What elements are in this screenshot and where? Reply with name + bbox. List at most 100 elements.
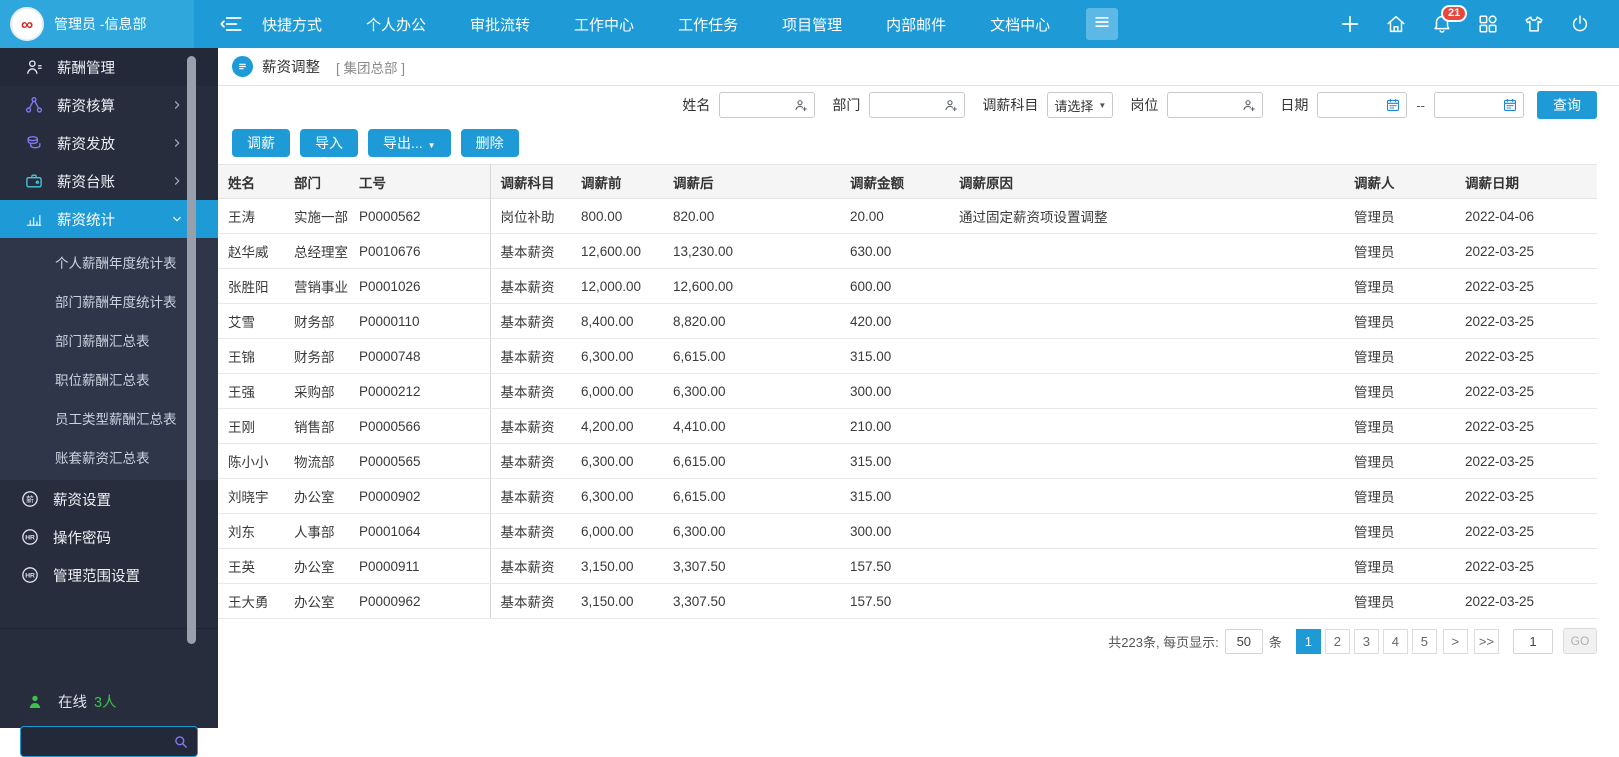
table-cell: 物流部 — [284, 444, 349, 479]
table-row[interactable]: 张胜阳营销事业部P0001026基本薪资12,000.0012,600.0060… — [218, 269, 1597, 304]
table-row[interactable]: 王锦财务部P0000748基本薪资6,300.006,615.00315.00管… — [218, 339, 1597, 374]
sidebar-subitem[interactable]: 员工类型薪酬汇总表 — [0, 398, 218, 437]
sidebar-subitem[interactable]: 账套薪资汇总表 — [0, 437, 218, 476]
page-size-input[interactable] — [1225, 629, 1263, 654]
more-menu-button[interactable] — [1086, 8, 1118, 40]
sidebar-subitem[interactable]: 职位薪酬汇总表 — [0, 359, 218, 398]
post-filter-input[interactable] — [1174, 98, 1241, 113]
import-button[interactable]: 导入 — [300, 129, 358, 157]
person-add-icon[interactable] — [1241, 97, 1257, 113]
topbar-nav-item[interactable]: 审批流转 — [470, 14, 530, 35]
calendar-icon[interactable] — [1385, 97, 1401, 113]
user-block[interactable]: ∞ 管理员 -信息部 — [0, 0, 194, 48]
sidebar-subitem[interactable]: 部门薪酬汇总表 — [0, 320, 218, 359]
table-cell: 王刚 — [218, 409, 284, 444]
table-cell: 基本薪资 — [490, 409, 571, 444]
table-cell: 赵华威 — [218, 234, 284, 269]
sidebar-item-wallet[interactable]: 薪资台账 — [0, 162, 218, 200]
topbar-nav-item[interactable]: 个人办公 — [366, 14, 426, 35]
table-row[interactable]: 刘东人事部P0001064基本薪资6,000.006,300.00300.00管… — [218, 514, 1597, 549]
person-add-icon[interactable] — [793, 97, 809, 113]
sidebar-item-coins[interactable]: 薪资发放 — [0, 124, 218, 162]
column-header: 调薪后 — [663, 165, 840, 199]
sidebar-item-share[interactable]: 薪资核算 — [0, 86, 218, 124]
app-logo: ∞ — [10, 7, 44, 41]
search-icon[interactable] — [172, 733, 189, 750]
table-cell — [949, 549, 1344, 584]
table-row[interactable]: 王刚销售部P0000566基本薪资4,200.004,410.00210.00管… — [218, 409, 1597, 444]
page-button-1[interactable]: 1 — [1296, 629, 1321, 654]
calendar-icon[interactable] — [1502, 97, 1518, 113]
power-icon[interactable] — [1569, 13, 1591, 35]
name-filter-field — [719, 92, 815, 118]
adjust-salary-button[interactable]: 调薪 — [232, 129, 290, 157]
bell-icon[interactable]: 21 — [1431, 13, 1453, 35]
sidebar-item-chart[interactable]: 薪资统计 — [0, 200, 218, 238]
table-cell: 315.00 — [840, 339, 949, 374]
chevron-right-icon — [170, 98, 184, 112]
person-add-icon[interactable] — [943, 97, 959, 113]
page-button-2[interactable]: 2 — [1325, 629, 1350, 654]
sidebar-item-管理范围设置[interactable]: HR管理范围设置 — [0, 556, 218, 594]
table-row[interactable]: 王大勇办公室P0000962基本薪资3,150.003,307.50157.50… — [218, 584, 1597, 619]
page-button-5[interactable]: 5 — [1412, 629, 1437, 654]
sidebar-header-salary-management[interactable]: 薪酬管理 — [0, 48, 218, 86]
table-cell: 岗位补助 — [490, 199, 571, 234]
topbar-nav-item[interactable]: 文档中心 — [990, 14, 1050, 35]
date-from-input[interactable] — [1324, 98, 1385, 113]
page-button-3[interactable]: 3 — [1354, 629, 1379, 654]
sidebar-item-操作密码[interactable]: HR操作密码 — [0, 518, 218, 556]
theme-icon[interactable] — [1523, 13, 1545, 35]
search-button[interactable]: 查询 — [1537, 91, 1597, 119]
topbar-nav-item[interactable]: 内部邮件 — [886, 14, 946, 35]
topbar-nav-item[interactable]: 工作中心 — [574, 14, 634, 35]
circle-hr-icon: HR — [20, 565, 40, 585]
table-row[interactable]: 王英办公室P0000911基本薪资3,150.003,307.50157.50管… — [218, 549, 1597, 584]
sidebar-scrollbar[interactable] — [187, 56, 196, 644]
sidebar-subitem[interactable]: 部门薪酬年度统计表 — [0, 281, 218, 320]
sidebar-subitem[interactable]: 个人薪酬年度统计表 — [0, 242, 218, 281]
table-cell: 刘晓宇 — [218, 479, 284, 514]
page-button-4[interactable]: 4 — [1383, 629, 1408, 654]
table-cell: 陈小小 — [218, 444, 284, 479]
table-cell: 管理员 — [1344, 199, 1455, 234]
topbar-nav-item[interactable]: 项目管理 — [782, 14, 842, 35]
table-row[interactable]: 王涛实施一部P0000562岗位补助800.00820.0020.00通过固定薪… — [218, 199, 1597, 234]
delete-button[interactable]: 删除 — [461, 129, 519, 157]
export-button[interactable]: 导出...▼ — [368, 129, 451, 157]
topbar-nav-item[interactable]: 快捷方式 — [262, 14, 322, 35]
main-content: 薪资调整 [ 集团总部 ] 姓名 部门 调薪科目 请选择 ▼ 岗位 日期 -- — [218, 48, 1619, 728]
collapse-menu-icon[interactable] — [218, 11, 244, 37]
dept-filter-input[interactable] — [876, 98, 943, 113]
table-cell: 办公室 — [284, 549, 349, 584]
sidebar-item-薪资设置[interactable]: 薪薪资设置 — [0, 480, 218, 518]
sidebar-search-input[interactable] — [29, 734, 172, 749]
table-cell: 2022-03-25 — [1455, 549, 1597, 584]
go-button[interactable]: GO — [1563, 628, 1597, 654]
table-cell: 6,615.00 — [663, 444, 840, 479]
home-icon[interactable] — [1385, 13, 1407, 35]
next-page-button[interactable]: > — [1443, 629, 1468, 654]
table-cell: 2022-03-25 — [1455, 339, 1597, 374]
table-row[interactable]: 陈小小物流部P0000565基本薪资6,300.006,615.00315.00… — [218, 444, 1597, 479]
apps-icon[interactable] — [1477, 13, 1499, 35]
table-cell — [949, 339, 1344, 374]
table-row[interactable]: 赵华威总经理室P0010676基本薪资12,600.0013,230.00630… — [218, 234, 1597, 269]
subject-select[interactable]: 请选择 ▼ — [1047, 92, 1113, 118]
table-cell: 管理员 — [1344, 234, 1455, 269]
name-filter-input[interactable] — [726, 98, 793, 113]
table-row[interactable]: 艾雪财务部P0000110基本薪资8,400.008,820.00420.00管… — [218, 304, 1597, 339]
table-row[interactable]: 王强采购部P0000212基本薪资6,000.006,300.00300.00管… — [218, 374, 1597, 409]
table-cell: 办公室 — [284, 479, 349, 514]
topbar-nav-item[interactable]: 工作任务 — [678, 14, 738, 35]
last-page-button[interactable]: >> — [1474, 629, 1499, 654]
org-scope: [ 集团总部 ] — [336, 57, 405, 77]
action-toolbar: 调薪 导入 导出...▼ 删除 — [218, 124, 1619, 162]
table-row[interactable]: 刘晓宇办公室P0000902基本薪资6,300.006,615.00315.00… — [218, 479, 1597, 514]
date-to-input[interactable] — [1441, 98, 1502, 113]
sidebar-item-label: 薪资台账 — [57, 171, 170, 192]
plus-icon[interactable] — [1339, 13, 1361, 35]
table-cell: 600.00 — [840, 269, 949, 304]
table-cell: 6,300.00 — [571, 339, 663, 374]
goto-page-input[interactable] — [1513, 629, 1553, 654]
